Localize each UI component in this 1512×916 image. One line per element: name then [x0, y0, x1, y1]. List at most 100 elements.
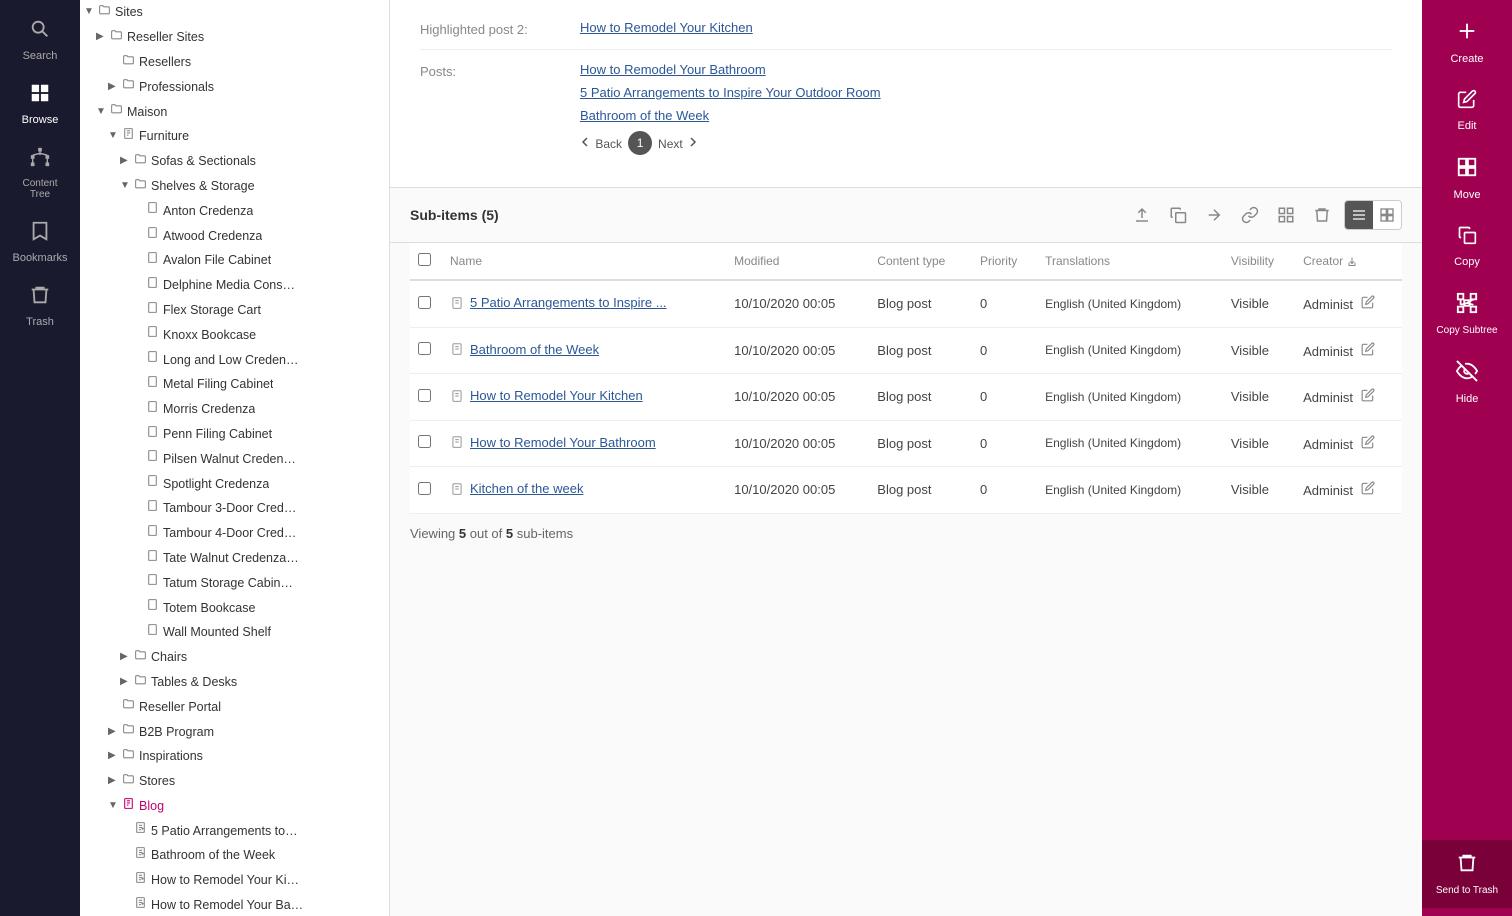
- move-button[interactable]: Move: [1422, 144, 1512, 213]
- row-priority: 0: [972, 280, 1037, 327]
- row-edit-icon[interactable]: [1361, 343, 1375, 359]
- tree-item-totem[interactable]: Totem Bookcase: [80, 595, 389, 620]
- tree-item-shelves[interactable]: ▼Shelves & Storage: [80, 174, 389, 199]
- copy-icon: [1457, 225, 1477, 251]
- col-translations: Translations: [1037, 243, 1223, 280]
- tree-item-reseller-sites[interactable]: ▶Reseller Sites: [80, 25, 389, 50]
- sidebar-item-bookmarks[interactable]: Bookmarks: [0, 210, 80, 274]
- row-checkbox[interactable]: [418, 296, 431, 309]
- row-name-link[interactable]: Kitchen of the week: [470, 481, 583, 496]
- row-edit-icon[interactable]: [1361, 482, 1375, 498]
- col-creator: Creator: [1295, 243, 1402, 280]
- sidebar-item-browse[interactable]: Browse: [0, 72, 80, 136]
- post-link[interactable]: How to Remodel Your Bathroom: [580, 62, 881, 77]
- tree-item-5-patio[interactable]: 5 Patio Arrangements to…: [80, 818, 389, 843]
- pagination-page-1[interactable]: 1: [628, 131, 652, 155]
- tree-item-sofas[interactable]: ▶Sofas & Sectionals: [80, 149, 389, 174]
- tree-item-resellers[interactable]: Resellers: [80, 50, 389, 75]
- row-content-type: Blog post: [869, 327, 972, 374]
- tree-item-tate-walnut[interactable]: Tate Walnut Credenza…: [80, 546, 389, 571]
- upload-icon[interactable]: [1128, 201, 1156, 229]
- tree-item-tambour3[interactable]: Tambour 3-Door Cred…: [80, 496, 389, 521]
- tree-item-professionals[interactable]: ▶Professionals: [80, 74, 389, 99]
- subitems-table-wrap: Name Modified Content type Priority Tran…: [390, 243, 1422, 514]
- row-checkbox[interactable]: [418, 342, 431, 355]
- sidebar-item-search[interactable]: Search: [0, 8, 80, 72]
- highlighted-post-row: Highlighted post 2: How to Remodel Your …: [420, 20, 1392, 50]
- tree-item-avalon[interactable]: Avalon File Cabinet: [80, 248, 389, 273]
- tree-item-inspirations[interactable]: ▶Inspirations: [80, 744, 389, 769]
- tree-item-penn[interactable]: Penn Filing Cabinet: [80, 422, 389, 447]
- row-name-link[interactable]: How to Remodel Your Kitchen: [470, 388, 643, 403]
- tree-item-remodel-bathroom[interactable]: How to Remodel Your Ba…: [80, 893, 389, 916]
- row-translations: English (United Kingdom): [1037, 280, 1223, 327]
- tree-item-metal-filing[interactable]: Metal Filing Cabinet: [80, 372, 389, 397]
- row-checkbox[interactable]: [418, 435, 431, 448]
- tree-item-chairs[interactable]: ▶Chairs: [80, 645, 389, 670]
- send-to-trash-icon: [1456, 852, 1478, 880]
- row-modified: 10/10/2020 00:05: [726, 467, 869, 514]
- tree-item-sites[interactable]: ▼Sites: [80, 0, 389, 25]
- row-name-link[interactable]: 5 Patio Arrangements to Inspire ...: [470, 295, 667, 310]
- col-name: Name: [442, 243, 726, 280]
- link-icon-toolbar[interactable]: [1236, 201, 1264, 229]
- select-all-checkbox[interactable]: [418, 253, 431, 266]
- highlighted-post-link[interactable]: How to Remodel Your Kitchen: [580, 20, 753, 35]
- row-modified: 10/10/2020 00:05: [726, 280, 869, 327]
- tree-item-anton[interactable]: Anton Credenza: [80, 198, 389, 223]
- sidebar-item-content-tree[interactable]: Content Tree: [0, 136, 80, 210]
- tree-item-pilsen[interactable]: Pilsen Walnut Creden…: [80, 446, 389, 471]
- pagination-next[interactable]: Next: [658, 136, 698, 151]
- tree-item-bathroom-week[interactable]: Bathroom of the Week: [80, 843, 389, 868]
- send-to-trash-button[interactable]: Send to Trash: [1422, 840, 1512, 908]
- copy-subtree-button[interactable]: Copy Subtree: [1422, 280, 1512, 348]
- move-icon-toolbar[interactable]: [1200, 201, 1228, 229]
- tree-item-reseller-portal[interactable]: Reseller Portal: [80, 694, 389, 719]
- post-link[interactable]: 5 Patio Arrangements to Inspire Your Out…: [580, 85, 881, 100]
- viewing-text: Viewing 5 out of 5 sub-items: [390, 514, 1422, 553]
- tree-item-morris[interactable]: Morris Credenza: [80, 397, 389, 422]
- tree-item-delphine[interactable]: Delphine Media Cons…: [80, 273, 389, 298]
- grid-icon-toolbar[interactable]: [1272, 201, 1300, 229]
- posts-label: Posts:: [420, 62, 580, 79]
- edit-button[interactable]: Edit: [1422, 77, 1512, 144]
- tree-item-wall-mounted[interactable]: Wall Mounted Shelf: [80, 620, 389, 645]
- copy-button[interactable]: Copy: [1422, 213, 1512, 280]
- grid-view-btn[interactable]: [1373, 201, 1401, 229]
- tree-item-spotlight[interactable]: Spotlight Credenza: [80, 471, 389, 496]
- tree-item-tables-desks[interactable]: ▶Tables & Desks: [80, 670, 389, 695]
- sidebar-item-trash[interactable]: Trash: [0, 274, 80, 338]
- row-edit-icon[interactable]: [1361, 389, 1375, 405]
- row-translations: English (United Kingdom): [1037, 467, 1223, 514]
- list-view-btn[interactable]: [1345, 201, 1373, 229]
- row-creator: Administ: [1295, 420, 1402, 467]
- tree-item-flex-storage[interactable]: Flex Storage Cart: [80, 298, 389, 323]
- row-name-link[interactable]: Bathroom of the Week: [470, 342, 599, 357]
- row-translations: English (United Kingdom): [1037, 420, 1223, 467]
- row-content-type: Blog post: [869, 467, 972, 514]
- copy-icon-toolbar[interactable]: [1164, 201, 1192, 229]
- delete-icon-toolbar[interactable]: [1308, 201, 1336, 229]
- tree-item-stores[interactable]: ▶Stores: [80, 769, 389, 794]
- row-checkbox[interactable]: [418, 482, 431, 495]
- row-edit-icon[interactable]: [1361, 296, 1375, 312]
- tree-item-long-low[interactable]: Long and Low Creden…: [80, 347, 389, 372]
- row-visibility: Visible: [1223, 327, 1295, 374]
- post-link[interactable]: Bathroom of the Week: [580, 108, 881, 123]
- tree-item-tatum[interactable]: Tatum Storage Cabin…: [80, 570, 389, 595]
- pagination-back[interactable]: Back: [580, 136, 622, 151]
- hide-button[interactable]: Hide: [1422, 348, 1512, 417]
- tree-item-maison[interactable]: ▼Maison: [80, 99, 389, 124]
- tree-item-tambour4[interactable]: Tambour 4-Door Cred…: [80, 521, 389, 546]
- tree-item-atwood[interactable]: Atwood Credenza: [80, 223, 389, 248]
- row-edit-icon[interactable]: [1361, 436, 1375, 452]
- tree-item-remodel-kitchen[interactable]: How to Remodel Your Ki…: [80, 868, 389, 893]
- tree-item-b2b[interactable]: ▶B2B Program: [80, 719, 389, 744]
- tree-item-furniture[interactable]: ▼Furniture: [80, 124, 389, 149]
- row-checkbox[interactable]: [418, 389, 431, 402]
- create-button[interactable]: Create: [1422, 8, 1512, 77]
- tree-item-knoxx[interactable]: Knoxx Bookcase: [80, 322, 389, 347]
- row-visibility: Visible: [1223, 420, 1295, 467]
- row-name-link[interactable]: How to Remodel Your Bathroom: [470, 435, 656, 450]
- tree-item-blog[interactable]: ▼Blog: [80, 794, 389, 819]
